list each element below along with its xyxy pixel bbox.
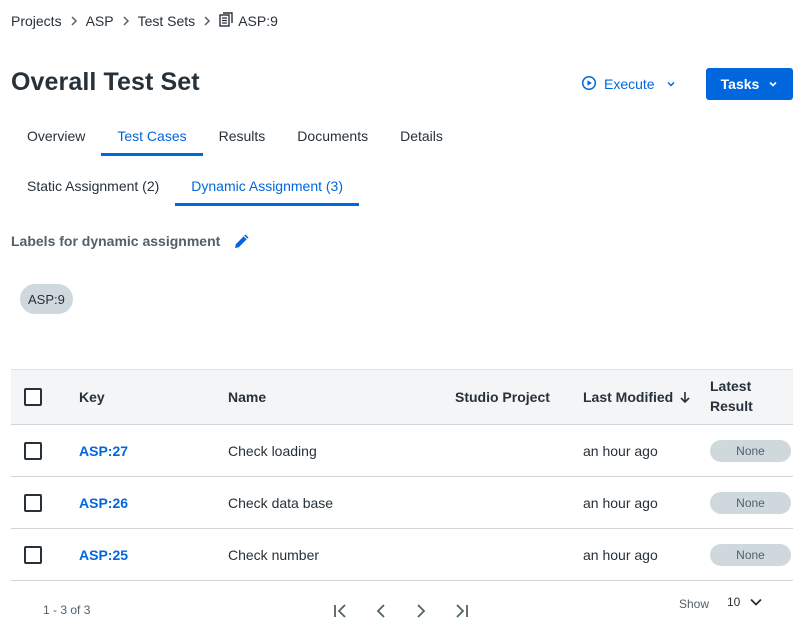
test-case-key-link[interactable]: ASP:25 xyxy=(79,547,128,563)
chevron-down-icon xyxy=(768,80,778,88)
column-latest-result-line2: Result xyxy=(710,398,753,414)
column-last-modified[interactable]: Last Modified xyxy=(583,389,710,405)
column-studio-project[interactable]: Studio Project xyxy=(455,389,583,405)
test-case-name: Check number xyxy=(228,546,320,563)
assignment-tabs: Static Assignment (2) Dynamic Assignment… xyxy=(11,170,359,206)
page-size-label: Show xyxy=(679,597,710,611)
test-case-name: Check data base xyxy=(228,494,334,511)
main-tabs: Overview Test Cases Results Documents De… xyxy=(11,120,459,156)
test-set-icon xyxy=(219,12,233,30)
first-page-icon[interactable] xyxy=(331,600,351,622)
column-latest-result[interactable]: Latest Result xyxy=(710,376,793,416)
row-checkbox[interactable] xyxy=(24,441,42,460)
table-row: ASP:27 Check loading an hour ago None xyxy=(11,425,793,477)
breadcrumb: Projects ASP Test Sets ASP:9 xyxy=(11,12,278,30)
breadcrumb-asp[interactable]: ASP xyxy=(86,13,114,29)
breadcrumb-current: ASP:9 xyxy=(219,12,278,30)
tab-static-assignment[interactable]: Static Assignment (2) xyxy=(11,170,175,206)
table-row: ASP:26 Check data base an hour ago None xyxy=(11,477,793,529)
tab-documents[interactable]: Documents xyxy=(281,120,384,156)
test-case-last-modified: an hour ago xyxy=(583,442,658,459)
chevron-right-icon xyxy=(203,16,211,26)
table-header: Key Name Studio Project Last Modified La… xyxy=(11,369,793,425)
result-badge: None xyxy=(710,543,791,566)
execute-button[interactable]: Execute xyxy=(581,70,676,98)
last-page-icon[interactable] xyxy=(451,600,471,622)
result-badge: None xyxy=(710,491,791,514)
breadcrumb-test-sets[interactable]: Test Sets xyxy=(138,13,196,29)
tab-results[interactable]: Results xyxy=(203,120,282,156)
page-title: Overall Test Set xyxy=(11,68,200,96)
column-last-modified-label: Last Modified xyxy=(583,389,674,405)
previous-page-icon[interactable] xyxy=(371,600,391,622)
test-case-last-modified: an hour ago xyxy=(583,546,658,563)
test-case-key-link[interactable]: ASP:26 xyxy=(79,495,128,511)
tasks-button[interactable]: Tasks xyxy=(706,68,793,100)
tab-details[interactable]: Details xyxy=(384,120,459,156)
test-case-last-modified: an hour ago xyxy=(583,494,658,511)
breadcrumb-projects[interactable]: Projects xyxy=(11,13,62,29)
arrow-down-icon xyxy=(679,390,691,404)
chevron-down-icon xyxy=(666,80,676,88)
label-chip: ASP:9 xyxy=(20,284,73,314)
labels-heading: Labels for dynamic assignment xyxy=(11,231,252,251)
table-row: ASP:25 Check number an hour ago None xyxy=(11,529,793,581)
row-checkbox[interactable] xyxy=(24,545,42,564)
chevron-right-icon xyxy=(70,16,78,26)
column-latest-result-line1: Latest xyxy=(710,378,752,394)
column-key[interactable]: Key xyxy=(79,389,228,405)
next-page-icon[interactable] xyxy=(411,600,431,622)
tab-dynamic-assignment[interactable]: Dynamic Assignment (3) xyxy=(175,170,359,206)
pencil-icon[interactable] xyxy=(232,231,252,251)
play-circle-icon xyxy=(581,75,597,94)
page-size-select[interactable]: 10 xyxy=(727,595,763,609)
chevron-right-icon xyxy=(122,16,130,26)
test-cases-table: Key Name Studio Project Last Modified La… xyxy=(11,369,793,581)
execute-label: Execute xyxy=(604,76,655,92)
page-size-value: 10 xyxy=(727,595,741,609)
tab-overview[interactable]: Overview xyxy=(11,120,101,156)
select-all-checkbox[interactable] xyxy=(24,388,42,406)
breadcrumb-current-label: ASP:9 xyxy=(238,13,278,29)
test-case-name: Check loading xyxy=(228,442,317,459)
test-case-key-link[interactable]: ASP:27 xyxy=(79,443,128,459)
chevron-down-icon xyxy=(749,597,763,607)
labels-heading-text: Labels for dynamic assignment xyxy=(11,233,221,249)
column-name[interactable]: Name xyxy=(228,389,455,405)
pagination-range: 1 - 3 of 3 xyxy=(43,603,91,617)
tasks-label: Tasks xyxy=(720,76,760,92)
tab-test-cases[interactable]: Test Cases xyxy=(101,120,203,156)
pagination-nav xyxy=(331,600,471,622)
result-badge: None xyxy=(710,439,791,462)
row-checkbox[interactable] xyxy=(24,493,42,512)
